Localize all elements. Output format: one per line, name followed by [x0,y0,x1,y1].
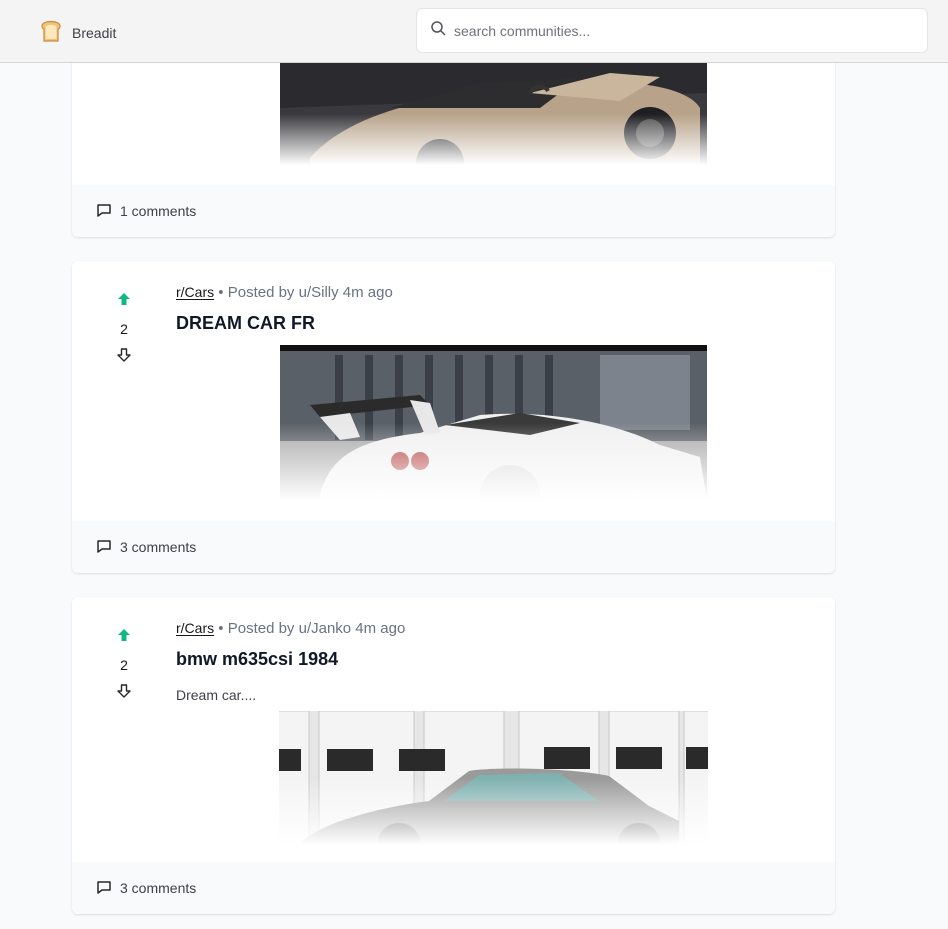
upvote-button[interactable] [108,285,140,317]
bread-logo-icon [38,17,64,48]
downvote-button[interactable] [108,677,140,709]
upvote-button[interactable] [108,621,140,653]
post-title[interactable]: DREAM CAR FR [176,313,315,334]
post-card: 2 r/Cars • Posted by u/Silly 4m ago DREA… [72,261,835,573]
vote-column: 2 [108,285,140,373]
vote-column: 2 [108,621,140,709]
card-footer: 1 comments [72,185,835,237]
posted-by: Posted by u/Silly 4m ago [227,284,393,301]
comment-icon [96,538,112,557]
subreddit-link[interactable]: r/Cars [176,284,214,300]
post-meta: r/Cars • Posted by u/Silly 4m ago [176,284,393,301]
post-meta: r/Cars • Posted by u/Janko 4m ago [176,620,405,637]
card-footer: 3 comments [72,862,835,914]
navbar: Breadit [0,0,948,63]
meta-separator: • [218,284,228,301]
arrow-up-icon [117,628,131,647]
post-title[interactable]: bmw m635csi 1984 [176,649,338,670]
posted-by: Posted by u/Janko 4m ago [227,620,406,637]
post-card: 2 r/Cars • Posted by u/Janko 4m ago bmw … [72,597,835,914]
comments-link[interactable]: 3 comments [120,539,196,555]
arrow-up-icon [117,292,131,311]
downvote-button[interactable] [108,341,140,373]
post-body: Dream car.... [176,687,257,703]
arrow-down-icon [117,683,131,703]
search-input[interactable] [454,22,894,39]
vote-count: 2 [120,321,128,337]
comments-link[interactable]: 1 comments [120,203,196,219]
comment-icon [96,879,112,898]
comments-link[interactable]: 3 comments [120,880,196,896]
arrow-down-icon [117,347,131,367]
brand-name: Breadit [72,24,117,41]
search-box[interactable] [416,8,928,53]
post-image[interactable] [280,63,707,165]
meta-separator: • [218,620,228,637]
search-icon [430,20,446,41]
post-image[interactable] [279,711,708,845]
brand-link[interactable]: Breadit [38,17,116,48]
vote-count: 2 [120,657,128,673]
subreddit-link[interactable]: r/Cars [176,620,214,636]
card-footer: 3 comments [72,521,835,573]
comment-icon [96,202,112,221]
post-image[interactable] [280,345,707,501]
